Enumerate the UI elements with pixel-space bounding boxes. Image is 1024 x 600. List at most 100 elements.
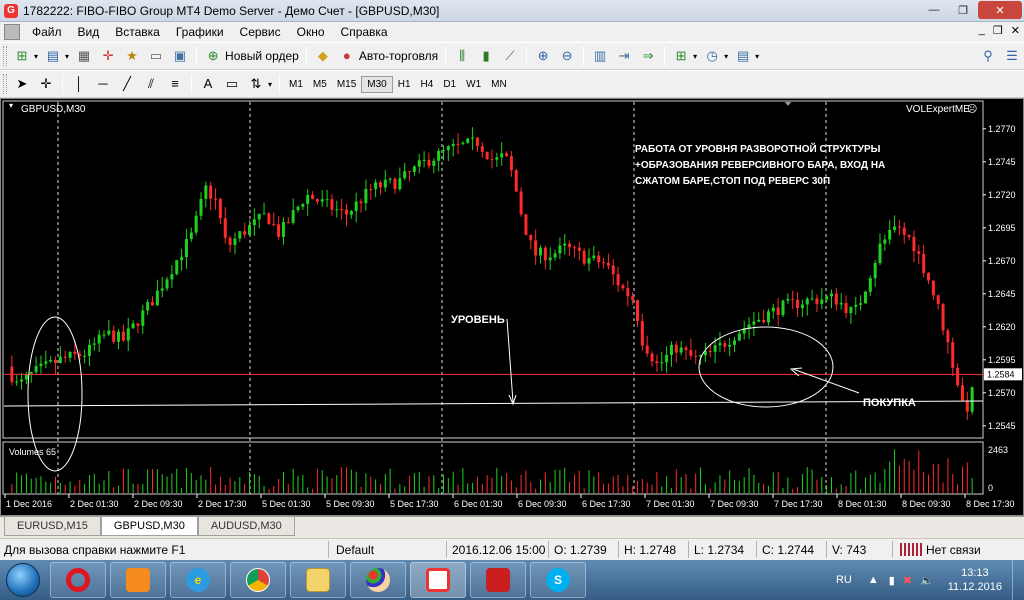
tile-windows-button[interactable]: ▥: [588, 45, 612, 67]
arrows-button[interactable]: ⇅ ▾: [244, 73, 275, 95]
timeframe-mn[interactable]: MN: [486, 77, 512, 92]
search-button[interactable]: ⚲: [976, 45, 1000, 67]
candle-body: [728, 344, 732, 347]
clock[interactable]: 13:13 11.12.2016: [948, 566, 1002, 594]
periods-button[interactable]: ◷ ▾: [700, 45, 731, 67]
menu-charts[interactable]: Графики: [168, 25, 232, 39]
crosshair-button[interactable]: ✛: [34, 73, 58, 95]
close-button[interactable]: ✕: [978, 1, 1022, 19]
data-window-button[interactable]: ✛: [96, 45, 120, 67]
tab-eurusd-m15[interactable]: EURUSD,M15: [4, 517, 101, 536]
fibo-group-app[interactable]: [410, 562, 466, 598]
text-button[interactable]: A: [196, 73, 220, 95]
market-watch-button[interactable]: ▦: [72, 45, 96, 67]
line-chart-button[interactable]: ⟋: [498, 45, 522, 67]
candlestick-button[interactable]: ▮: [474, 45, 498, 67]
channel-icon: ⫽: [148, 76, 154, 91]
menu-insert[interactable]: Вставка: [107, 25, 168, 39]
volume-icon[interactable]: 🔈: [920, 574, 934, 587]
profiles-button[interactable]: ▤ ▾: [41, 45, 72, 67]
start-button[interactable]: [0, 560, 46, 600]
vertical-line-icon: │: [74, 76, 84, 91]
horizontal-line-button[interactable]: ─: [91, 73, 115, 95]
chrome-app[interactable]: [230, 562, 286, 598]
toolbar-separator: [583, 46, 585, 66]
terminal-button[interactable]: ▭: [144, 45, 168, 67]
candle-body: [655, 361, 659, 364]
pattern-ellipse-right: [698, 326, 834, 408]
timeframe-m15[interactable]: M15: [332, 77, 361, 92]
window-title: 1782222: FIBO-FIBO Group MT4 Demo Server…: [23, 3, 440, 18]
internet-explorer-app[interactable]: e: [170, 562, 226, 598]
time-tick-label: 5 Dec 01:30: [262, 499, 311, 509]
templates-button[interactable]: ▤ ▾: [731, 45, 762, 67]
navigator-button[interactable]: ★: [120, 45, 144, 67]
metaeditor-button[interactable]: ◆: [311, 45, 335, 67]
zoom-out-button[interactable]: ⊖: [555, 45, 579, 67]
mdi-minimize-button[interactable]: _: [979, 24, 985, 37]
mdi-restore-button[interactable]: ❐: [993, 24, 1003, 37]
tab-gbpusd-m30[interactable]: GBPUSD,M30: [100, 517, 198, 536]
media-player-app[interactable]: [110, 562, 166, 598]
menu-view[interactable]: Вид: [70, 25, 108, 39]
indicators-button[interactable]: ⊞ ▾: [669, 45, 700, 67]
paint-app[interactable]: [350, 562, 406, 598]
file-explorer-app[interactable]: [290, 562, 346, 598]
toolbar-grip[interactable]: [3, 46, 7, 66]
tab-audusd-m30[interactable]: AUDUSD,M30: [197, 517, 295, 536]
label-button[interactable]: ▭: [220, 73, 244, 95]
candle-body: [762, 319, 766, 323]
skype-app[interactable]: S: [530, 562, 586, 598]
time-tick-label: 6 Dec 01:30: [454, 499, 503, 509]
status-high: H: 1.2748: [624, 543, 677, 557]
show-desktop-button[interactable]: [1012, 560, 1024, 600]
candle-body: [626, 288, 630, 297]
menu-window[interactable]: Окно: [289, 25, 333, 39]
candle-body: [572, 247, 576, 249]
acrobat-app[interactable]: [470, 562, 526, 598]
fibonacci-button[interactable]: ≡: [163, 73, 187, 95]
chart-window[interactable]: GBPUSD,M30 ▾ VOLExpertME ☹ РАБОТА ОТ УРОВНЯ …: [0, 98, 1024, 516]
network-icon[interactable]: ✖: [903, 574, 912, 587]
timeframe-d1[interactable]: D1: [438, 77, 461, 92]
chart-shift-button[interactable]: ⇥: [612, 45, 636, 67]
timeframe-m1[interactable]: M1: [284, 77, 308, 92]
opera-icon: [66, 568, 90, 592]
toolbar-grip[interactable]: [3, 74, 7, 94]
timeframe-h4[interactable]: H4: [416, 77, 439, 92]
menu-file[interactable]: Файл: [24, 25, 70, 39]
vertical-line-button[interactable]: │: [67, 73, 91, 95]
trendline-button[interactable]: ╱: [115, 73, 139, 95]
timeframe-h1[interactable]: H1: [393, 77, 416, 92]
strategy-tester-button[interactable]: ▣: [168, 45, 192, 67]
restore-button[interactable]: ❐: [949, 1, 977, 19]
new-order-button[interactable]: ⊕ Новый ордер: [201, 45, 302, 67]
menu-bar: Файл Вид Вставка Графики Сервис Окно Спр…: [0, 22, 1024, 42]
autoscroll-button[interactable]: ⇒: [636, 45, 660, 67]
candle-body: [694, 355, 698, 357]
child-window-icon[interactable]: [4, 24, 20, 40]
bar-chart-button[interactable]: ⫼: [450, 45, 474, 67]
mdi-close-button[interactable]: ✕: [1011, 24, 1020, 37]
candle-body: [311, 194, 315, 200]
cursor-button[interactable]: ➤: [10, 73, 34, 95]
timeframe-w1[interactable]: W1: [461, 77, 486, 92]
candle-body: [548, 257, 552, 261]
new-chart-button[interactable]: ⊞ ▾: [10, 45, 41, 67]
tray-arrow-icon[interactable]: ▲: [868, 574, 879, 586]
timeframe-m5[interactable]: M5: [308, 77, 332, 92]
battery-icon[interactable]: ▮: [889, 574, 895, 587]
menu-tools[interactable]: Сервис: [232, 25, 289, 39]
candle-body: [611, 265, 615, 275]
language-indicator[interactable]: RU: [836, 574, 852, 586]
timeframe-m30[interactable]: M30: [361, 75, 393, 93]
zoom-in-button[interactable]: ⊕: [531, 45, 555, 67]
minimize-button[interactable]: —: [920, 1, 948, 19]
price-chart[interactable]: GBPUSD,M30 ▾ VOLExpertME☹ РАБОТА ОТ УРОВНЯ …: [1, 99, 1023, 515]
menu-help[interactable]: Справка: [333, 25, 396, 39]
candle-body: [136, 323, 140, 326]
autotrading-button[interactable]: ● Авто-торговля: [335, 45, 441, 67]
opera-app[interactable]: [50, 562, 106, 598]
channel-button[interactable]: ⫽: [139, 73, 163, 95]
community-button[interactable]: ☰: [1000, 45, 1024, 67]
